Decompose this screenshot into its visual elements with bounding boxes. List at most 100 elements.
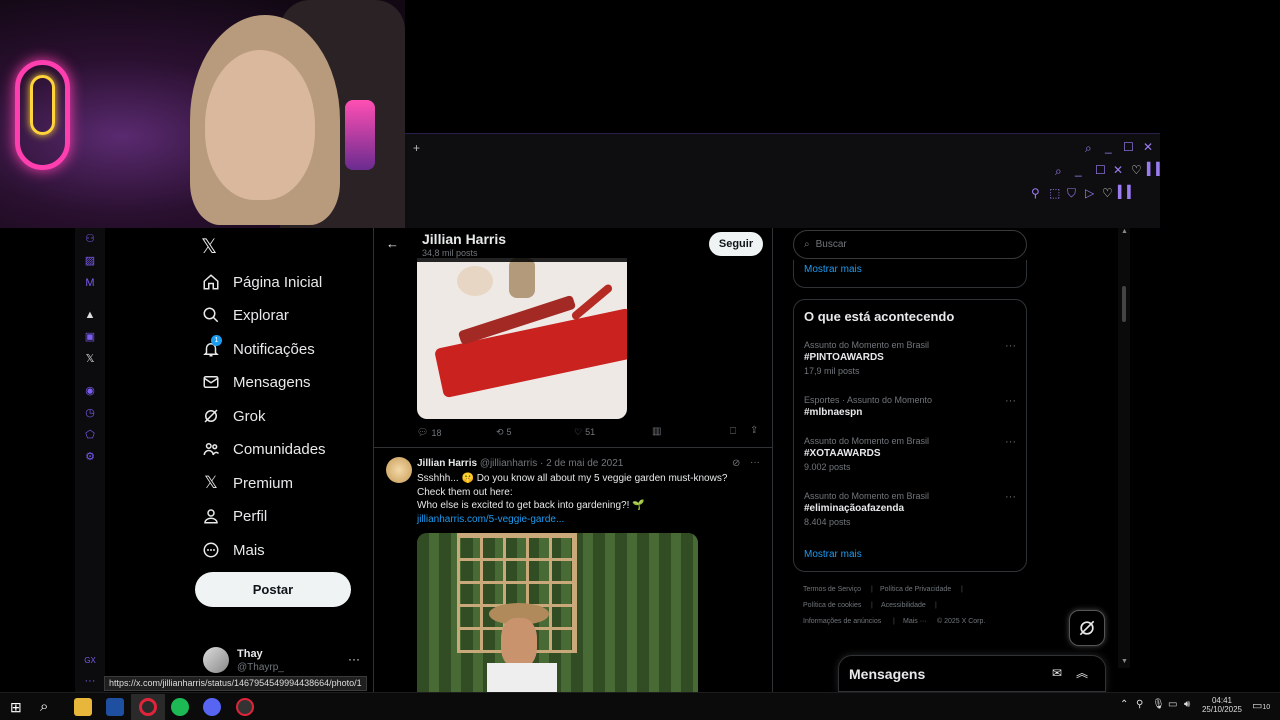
trend-menu-icon[interactable]: ··· xyxy=(1005,395,1016,407)
scroll-down-icon[interactable]: ▼ xyxy=(1121,658,1128,665)
new-tab-icon[interactable]: + xyxy=(413,141,420,155)
search-icon[interactable]: ⌕ xyxy=(1085,141,1092,156)
tray-chevron-icon[interactable]: ⌃ xyxy=(1120,699,1128,710)
shield-icon[interactable]: ⛉ xyxy=(1067,186,1076,201)
nav-item-home[interactable]: Página Inicial xyxy=(201,266,322,298)
network-icon[interactable]: ▭ xyxy=(1168,699,1177,710)
scrollbar-thumb[interactable] xyxy=(1122,286,1126,322)
footer-link[interactable]: Termos de Serviço xyxy=(803,586,861,593)
x-logo-icon[interactable]: 𝕏 xyxy=(201,234,217,259)
nav-item-more[interactable]: Mais xyxy=(201,534,265,566)
more-icon[interactable]: ··· xyxy=(83,674,97,688)
pin-icon[interactable]: ⚲ xyxy=(1031,186,1040,200)
windows-start-icon[interactable]: ⊞ xyxy=(10,699,22,716)
trend-item[interactable]: Esportes · Assunto do Momento #mlbnaespn… xyxy=(804,395,1018,418)
tweet-link[interactable]: jillianharris.com/5-veggie-garde... xyxy=(417,513,767,527)
maximize-icon[interactable]: ☐ xyxy=(1123,140,1134,154)
follow-button[interactable]: Seguir xyxy=(709,232,763,256)
show-more-link[interactable]: Mostrar mais xyxy=(804,264,862,275)
reply-button[interactable]: 💬︎ 18 xyxy=(417,427,441,438)
messages-drawer[interactable]: Mensagens ✉ ︽ xyxy=(838,655,1106,692)
back-arrow-icon[interactable]: ← xyxy=(386,236,399,251)
gx-icon[interactable]: GX xyxy=(83,654,97,668)
footer-link[interactable]: Política de Privacidade xyxy=(880,586,951,593)
status-url: https://x.com/jillianharris/status/14679… xyxy=(104,676,367,691)
trend-item[interactable]: Assunto do Momento em Brasil #XOTAAWARDS… xyxy=(804,436,1018,472)
sidebar-toggle-icon[interactable]: ▍▍ xyxy=(1118,185,1136,199)
gaming-icon[interactable]: ▨ xyxy=(83,254,97,268)
nav-item-communities[interactable]: Comunidades xyxy=(201,433,326,465)
scrollbar[interactable]: ▲ ▼ xyxy=(1118,228,1130,668)
clock[interactable]: 04:41 25/10/2025 xyxy=(1200,696,1244,714)
spotify-icon[interactable] xyxy=(171,698,189,716)
close-icon[interactable]: ✕ xyxy=(1143,140,1153,154)
trend-count: 8.404 posts xyxy=(804,517,851,527)
footer-link[interactable]: Política de cookies xyxy=(803,602,861,609)
share-icon[interactable]: ⇪ xyxy=(750,425,758,436)
grok-floating-button[interactable] xyxy=(1069,610,1105,646)
file-explorer-icon[interactable] xyxy=(74,698,92,716)
post-button[interactable]: Postar xyxy=(195,572,351,607)
messenger-icon[interactable]: M xyxy=(83,276,97,290)
footer-link[interactable]: Acessibilidade xyxy=(881,602,926,609)
minimize-icon[interactable]: _ xyxy=(1075,163,1082,177)
footer-link[interactable]: Informações de anúncios xyxy=(803,618,881,625)
heart-icon[interactable]: ♡ xyxy=(1102,186,1113,200)
avatar[interactable] xyxy=(203,647,229,673)
play-icon[interactable]: ▷ xyxy=(1085,186,1094,200)
app-icon[interactable] xyxy=(106,698,124,716)
trend-menu-icon[interactable]: ··· xyxy=(1005,436,1016,448)
grok-icon[interactable]: ⊘ xyxy=(732,458,740,469)
retweet-button[interactable]: ⟲ 5 xyxy=(496,427,512,438)
nav-item-grok[interactable]: Grok xyxy=(201,400,266,432)
player-icon[interactable]: ◉ xyxy=(83,384,97,398)
extensions-icon[interactable]: ⬠ xyxy=(83,428,97,442)
x-icon[interactable]: 𝕏 xyxy=(83,352,97,366)
opera-gx-icon[interactable] xyxy=(139,698,157,716)
nav-item-notifications[interactable]: 1 Notificações xyxy=(201,333,315,365)
trend-item[interactable]: Assunto do Momento em Brasil #eliminação… xyxy=(804,491,1018,527)
settings-icon[interactable]: ⚙ xyxy=(83,450,97,464)
notification-center-icon[interactable]: ▭10 xyxy=(1252,699,1270,712)
tray-icon[interactable]: ⚲ xyxy=(1136,699,1143,710)
sidebar-toggle-icon[interactable]: ▍▍ xyxy=(1147,162,1165,176)
heart-icon[interactable]: ♡ xyxy=(1131,163,1142,177)
views-icon[interactable]: ▥ xyxy=(652,426,661,437)
search-input[interactable]: ⌕ Buscar xyxy=(793,230,1027,259)
trend-menu-icon[interactable]: ··· xyxy=(1005,491,1016,503)
minimize-icon[interactable]: _ xyxy=(1105,140,1112,154)
tweet-image[interactable] xyxy=(417,533,698,692)
search-icon[interactable]: ⌕ xyxy=(1055,164,1062,179)
obs-icon[interactable] xyxy=(236,698,254,716)
trend-menu-icon[interactable]: ··· xyxy=(1005,340,1016,352)
scroll-up-icon[interactable]: ▲ xyxy=(1121,228,1128,235)
nav-item-profile[interactable]: Perfil xyxy=(201,500,267,532)
tweet-handle-date[interactable]: @jillianharris · 2 de mai de 2021 xyxy=(480,458,624,469)
snapshot-icon[interactable]: ⬚ xyxy=(1049,186,1060,200)
discord-icon[interactable] xyxy=(203,698,221,716)
arc-icon[interactable]: ▲ xyxy=(83,308,97,322)
history-icon[interactable]: ◷ xyxy=(83,406,97,420)
nav-item-explore[interactable]: Explorar xyxy=(201,299,289,331)
footer-link[interactable]: Mais ··· xyxy=(903,618,927,625)
volume-icon[interactable]: 🔊︎ xyxy=(1184,699,1190,710)
close-icon[interactable]: ✕ xyxy=(1113,163,1123,177)
show-more-link[interactable]: Mostrar mais xyxy=(804,549,862,560)
tweet-author[interactable]: Jillian Harris xyxy=(417,458,477,469)
trend-item[interactable]: Assunto do Momento em Brasil #PINTOAWARD… xyxy=(804,340,1018,376)
chevron-up-icon[interactable]: ︽ xyxy=(1076,664,1088,681)
tweet-image[interactable] xyxy=(417,258,627,419)
twitch-icon[interactable]: ▣ xyxy=(83,330,97,344)
aria-icon[interactable]: ⚇ xyxy=(83,232,97,246)
account-menu-icon[interactable]: ··· xyxy=(348,652,360,666)
like-button[interactable]: ♡ 51 xyxy=(574,427,595,438)
bookmark-icon[interactable]: ⎕ xyxy=(730,426,736,437)
new-message-icon[interactable]: ✉ xyxy=(1052,666,1062,680)
avatar[interactable] xyxy=(386,457,412,483)
maximize-icon[interactable]: ☐ xyxy=(1095,163,1106,177)
nav-item-messages[interactable]: Mensagens xyxy=(201,366,311,398)
nav-item-premium[interactable]: 𝕏 Premium xyxy=(201,467,293,499)
search-icon[interactable]: ⌕ xyxy=(40,698,48,715)
microphone-icon[interactable]: 🎙︎ xyxy=(1152,699,1165,710)
tweet-menu-icon[interactable]: ··· xyxy=(750,457,760,468)
